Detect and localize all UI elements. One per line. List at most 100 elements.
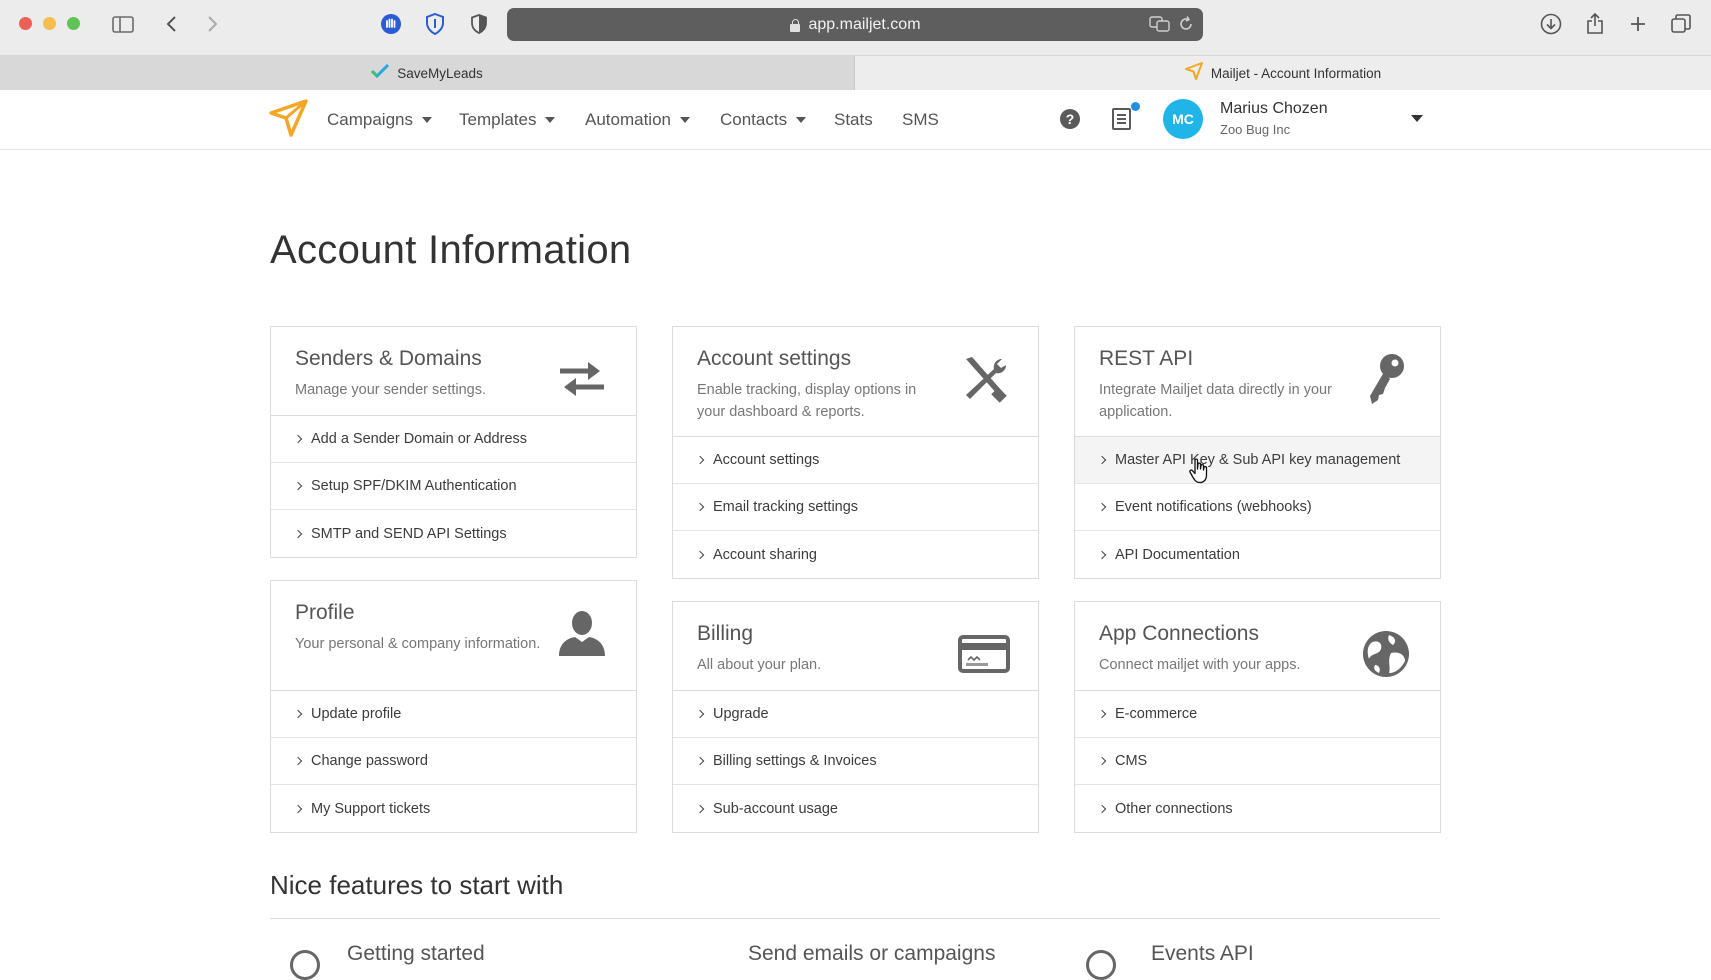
features-section-title: Nice features to start with bbox=[270, 870, 564, 900]
chevron-down-icon bbox=[796, 117, 807, 123]
link-ecommerce[interactable]: E-commerce bbox=[1075, 691, 1440, 738]
feature-send-emails[interactable]: Send emails or campaigns bbox=[748, 942, 995, 966]
card-billing: Billing All about your plan. Upgrade Bil… bbox=[672, 601, 1039, 833]
minimize-window-button[interactable] bbox=[43, 17, 56, 30]
chevron-right-icon bbox=[1097, 804, 1107, 813]
nav-automation[interactable]: Automation bbox=[585, 110, 690, 130]
link-account-sharing[interactable]: Account sharing bbox=[673, 531, 1038, 578]
share-icon[interactable] bbox=[1582, 12, 1608, 36]
user-name[interactable]: Marius Chozen bbox=[1220, 100, 1328, 118]
chevron-right-icon bbox=[695, 502, 705, 512]
tab-label: SaveMyLeads bbox=[397, 65, 483, 81]
chevron-right-icon bbox=[293, 804, 303, 813]
mailjet-logo-icon[interactable] bbox=[269, 98, 309, 138]
check-favicon-icon bbox=[371, 63, 390, 82]
credit-card-icon bbox=[956, 626, 1012, 682]
chevron-right-icon bbox=[695, 756, 705, 766]
link-upgrade[interactable]: Upgrade bbox=[673, 691, 1038, 738]
link-api-documentation[interactable]: API Documentation bbox=[1075, 531, 1440, 578]
link-account-settings[interactable]: Account settings bbox=[673, 437, 1038, 484]
chevron-right-icon bbox=[695, 455, 705, 465]
link-add-sender-domain[interactable]: Add a Sender Domain or Address bbox=[271, 416, 636, 463]
forward-icon[interactable] bbox=[200, 12, 226, 36]
chevron-right-icon bbox=[695, 550, 705, 559]
swap-arrows-icon bbox=[554, 351, 610, 407]
card-rest-api: REST API Integrate Mailjet data directly… bbox=[1074, 326, 1441, 579]
reload-icon[interactable] bbox=[1179, 16, 1193, 35]
key-icon bbox=[1358, 351, 1414, 407]
nav-stats[interactable]: Stats bbox=[834, 110, 873, 130]
chevron-down-icon bbox=[545, 117, 556, 123]
chevron-right-icon bbox=[293, 756, 303, 766]
nav-campaigns[interactable]: Campaigns bbox=[327, 110, 432, 130]
privacy-shield-icon[interactable] bbox=[466, 12, 492, 36]
new-tab-icon[interactable] bbox=[1625, 12, 1651, 36]
chevron-right-icon bbox=[1097, 502, 1107, 512]
link-cms[interactable]: CMS bbox=[1075, 738, 1440, 785]
avatar[interactable]: MC bbox=[1163, 99, 1203, 139]
nav-contacts[interactable]: Contacts bbox=[720, 110, 807, 130]
card-header: REST API Integrate Mailjet data directly… bbox=[1075, 327, 1440, 437]
tools-icon bbox=[956, 351, 1012, 407]
card-description: Enable tracking, display options in your… bbox=[697, 382, 917, 420]
sidebar-toggle-icon[interactable] bbox=[110, 12, 136, 36]
globe-icon bbox=[1358, 626, 1414, 682]
back-icon[interactable] bbox=[158, 12, 184, 36]
link-change-password[interactable]: Change password bbox=[271, 738, 636, 785]
card-account-settings: Account settings Enable tracking, displa… bbox=[672, 326, 1039, 579]
link-billing-invoices[interactable]: Billing settings & Invoices bbox=[673, 738, 1038, 785]
chevron-right-icon bbox=[1097, 550, 1107, 559]
chevron-right-icon bbox=[1097, 756, 1107, 766]
tab-overview-icon[interactable] bbox=[1668, 12, 1694, 36]
getting-started-icon bbox=[290, 950, 320, 980]
shield-extension-icon[interactable] bbox=[422, 12, 448, 36]
feature-getting-started[interactable]: Getting started bbox=[347, 942, 485, 966]
link-spf-dkim[interactable]: Setup SPF/DKIM Authentication bbox=[271, 463, 636, 510]
link-event-webhooks[interactable]: Event notifications (webhooks) bbox=[1075, 484, 1440, 531]
chevron-right-icon bbox=[293, 434, 303, 444]
zoom-window-button[interactable] bbox=[67, 17, 80, 30]
tab-mailjet-account[interactable]: Mailjet - Account Information bbox=[855, 56, 1711, 90]
browser-toolbar: app.mailjet.com bbox=[0, 0, 1711, 56]
card-description: All about your plan. bbox=[697, 657, 822, 673]
tab-savemyleads[interactable]: SaveMyLeads bbox=[0, 56, 855, 90]
card-header: App Connections Connect mailjet with you… bbox=[1075, 602, 1440, 691]
chevron-right-icon bbox=[1097, 455, 1107, 465]
card-header: Senders & Domains Manage your sender set… bbox=[271, 327, 636, 416]
nav-sms[interactable]: SMS bbox=[902, 110, 939, 130]
translate-icon[interactable] bbox=[1149, 16, 1171, 35]
link-smtp-send-api[interactable]: SMTP and SEND API Settings bbox=[271, 510, 636, 557]
events-api-icon bbox=[1086, 950, 1116, 980]
close-window-button[interactable] bbox=[19, 17, 32, 30]
help-icon[interactable]: ? bbox=[1060, 109, 1080, 129]
notifications-icon[interactable] bbox=[1112, 108, 1131, 130]
nav-templates[interactable]: Templates bbox=[459, 110, 556, 130]
card-app-connections: App Connections Connect mailjet with you… bbox=[1074, 601, 1441, 833]
tab-bar: SaveMyLeads Mailjet - Account Informatio… bbox=[0, 56, 1711, 90]
link-email-tracking[interactable]: Email tracking settings bbox=[673, 484, 1038, 531]
app-nav: Campaigns Templates Automation Contacts … bbox=[0, 90, 1711, 150]
chevron-right-icon bbox=[695, 804, 705, 813]
lock-icon bbox=[789, 18, 801, 32]
hand-shield-extension-icon[interactable] bbox=[378, 12, 404, 36]
card-profile: Profile Your personal & company informat… bbox=[270, 580, 637, 833]
link-other-connections[interactable]: Other connections bbox=[1075, 785, 1440, 832]
feature-events-api[interactable]: Events API bbox=[1151, 942, 1254, 966]
downloads-icon[interactable] bbox=[1538, 12, 1564, 36]
chevron-down-icon bbox=[680, 117, 690, 123]
address-bar[interactable]: app.mailjet.com bbox=[507, 8, 1203, 41]
chevron-right-icon bbox=[293, 529, 303, 538]
link-update-profile[interactable]: Update profile bbox=[271, 691, 636, 738]
chevron-right-icon bbox=[293, 481, 303, 491]
page-title: Account Information bbox=[270, 228, 632, 272]
card-description: Manage your sender settings. bbox=[295, 382, 487, 398]
link-master-api-key[interactable]: Master API Key & Sub API key management bbox=[1075, 437, 1440, 484]
tab-label: Mailjet - Account Information bbox=[1210, 65, 1382, 81]
card-senders-domains: Senders & Domains Manage your sender set… bbox=[270, 326, 637, 558]
card-description: Integrate Mailjet data directly in your … bbox=[1099, 382, 1332, 420]
user-menu-chevron-icon[interactable] bbox=[1411, 115, 1423, 122]
link-support-tickets[interactable]: My Support tickets bbox=[271, 785, 636, 832]
url-text: app.mailjet.com bbox=[808, 15, 921, 33]
link-subaccount-usage[interactable]: Sub-account usage bbox=[673, 785, 1038, 832]
user-icon bbox=[554, 605, 610, 661]
